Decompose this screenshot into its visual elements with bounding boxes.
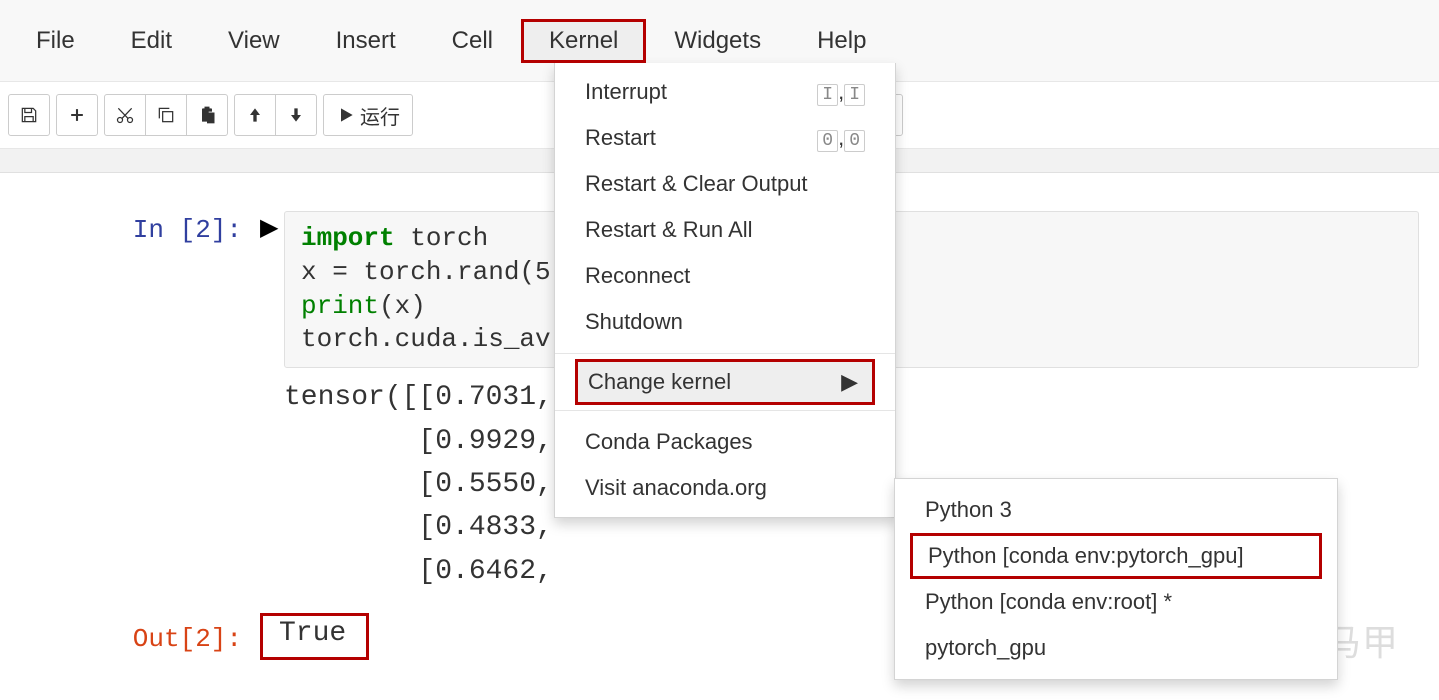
output-result: True [260,613,369,660]
restart-shortcut: 0,0 [817,125,865,151]
menu-file[interactable]: File [8,19,103,63]
menu-view[interactable]: View [200,19,308,63]
collapse-icon[interactable]: ▶ [260,211,284,242]
kernel-interrupt-label: Interrupt [585,79,667,105]
kernel-dropdown: Interrupt I,I Restart 0,0 Restart & Clea… [554,63,896,518]
interrupt-shortcut: I,I [817,79,865,105]
kernel-visit-anaconda[interactable]: Visit anaconda.org [555,465,895,511]
run-label: 运行 [360,101,400,130]
change-kernel-label: Change kernel [588,369,731,395]
kernel-reconnect[interactable]: Reconnect [555,253,895,299]
kernel-restart[interactable]: Restart 0,0 [555,115,895,161]
menu-cell[interactable]: Cell [424,19,521,63]
cut-button[interactable] [104,94,146,136]
kernel-change-kernel[interactable]: Change kernel ▶ [575,359,875,405]
menu-help[interactable]: Help [789,19,894,63]
copy-button[interactable] [145,94,187,136]
notebook-area: Interrupt I,I Restart 0,0 Restart & Clea… [0,173,1439,700]
kernel-restart-run-all[interactable]: Restart & Run All [555,207,895,253]
menu-insert[interactable]: Insert [308,19,424,63]
kernel-option-pytorch-gpu[interactable]: pytorch_gpu [895,625,1337,671]
kernel-restart-clear[interactable]: Restart & Clear Output [555,161,895,207]
move-down-button[interactable] [275,94,317,136]
out-prompt: Out[2]: [0,620,260,654]
paste-button[interactable] [186,94,228,136]
move-up-button[interactable] [234,94,276,136]
add-cell-button[interactable] [56,94,98,136]
kernel-option-root-env[interactable]: Python [conda env:root] * [895,579,1337,625]
menu-divider [555,353,895,354]
in-prompt: In [2]: [0,211,260,368]
menu-edit[interactable]: Edit [103,19,200,63]
kernel-conda-packages[interactable]: Conda Packages [555,419,895,465]
kernel-restart-label: Restart [585,125,656,151]
change-kernel-submenu: Python 3 Python [conda env:pytorch_gpu] … [894,478,1338,680]
menu-divider [555,410,895,411]
kernel-shutdown[interactable]: Shutdown [555,299,895,345]
save-button[interactable] [8,94,50,136]
menu-kernel[interactable]: Kernel [521,19,646,63]
submenu-arrow-icon: ▶ [841,369,858,395]
kernel-option-python3[interactable]: Python 3 [895,487,1337,533]
run-button[interactable]: 运行 [323,94,413,136]
menu-widgets[interactable]: Widgets [646,19,789,63]
kernel-interrupt[interactable]: Interrupt I,I [555,69,895,115]
kernel-option-pytorch-gpu-env[interactable]: Python [conda env:pytorch_gpu] [910,533,1322,579]
